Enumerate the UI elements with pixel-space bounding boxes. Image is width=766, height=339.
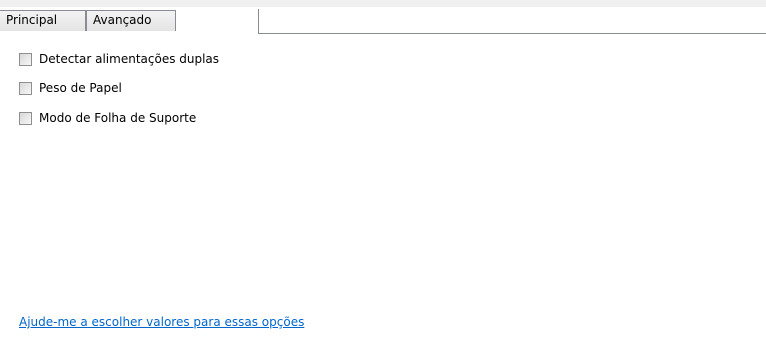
option-detect-double-feed[interactable]: Detectar alimentações duplas bbox=[19, 51, 219, 67]
carrier-sheet-mode-label: Modo de Folha de Suporte bbox=[39, 111, 197, 125]
detect-double-feed-label: Detectar alimentações duplas bbox=[39, 52, 220, 66]
tab-avancado-label: Avançado bbox=[93, 13, 152, 27]
detect-double-feed-checkbox[interactable] bbox=[19, 52, 32, 66]
settings-panel: Principal Avançado Detectar alimentações… bbox=[0, 0, 766, 339]
tab-strip: Principal Avançado bbox=[0, 7, 766, 34]
tab-avancado[interactable]: Avançado bbox=[86, 10, 176, 31]
tab-principal[interactable]: Principal bbox=[0, 10, 86, 31]
tab-principal-label: Principal bbox=[6, 13, 58, 27]
option-carrier-sheet-mode[interactable]: Modo de Folha de Suporte bbox=[19, 110, 196, 126]
option-paper-weight[interactable]: Peso de Papel bbox=[19, 80, 122, 96]
tab-baseline bbox=[258, 33, 766, 34]
tab-divider bbox=[258, 9, 259, 34]
top-margin bbox=[0, 0, 766, 7]
carrier-sheet-mode-checkbox[interactable] bbox=[19, 111, 32, 125]
paper-weight-checkbox[interactable] bbox=[19, 81, 32, 95]
help-link[interactable]: Ajude-me a escolher valores para essas o… bbox=[19, 315, 304, 329]
paper-weight-label: Peso de Papel bbox=[39, 81, 122, 95]
